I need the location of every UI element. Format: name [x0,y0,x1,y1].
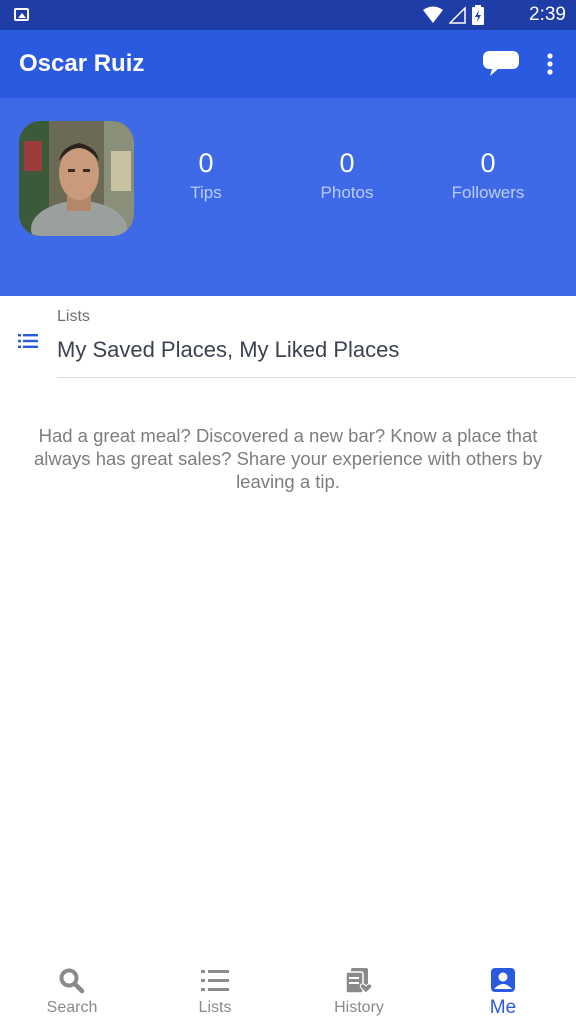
empty-tip-message: Had a great meal? Discovered a new bar? … [34,425,542,492]
status-time: 2:39 [529,4,566,25]
nav-lists[interactable]: Lists [143,955,287,1024]
nav-me-label: Me [489,997,517,1018]
stat-followers[interactable]: 0 Followers [428,148,548,203]
stat-followers-label: Followers [451,183,525,202]
divider [57,377,576,378]
nav-search-label: Search [46,999,98,1016]
stat-photos-value: 0 [339,148,355,178]
stat-tips[interactable]: 0 Tips [146,148,266,203]
stat-photos[interactable]: 0 Photos [287,148,407,203]
nav-lists-label: Lists [198,999,232,1016]
gallery-notification-icon [14,8,29,21]
nav-me[interactable]: Me [431,955,575,1024]
wifi-icon [423,6,443,23]
list-icon [201,970,229,991]
stat-photos-label: Photos [320,183,374,202]
list-icon [18,334,38,348]
search-icon [59,968,85,994]
nav-search[interactable]: Search [0,955,144,1024]
nav-history[interactable]: History [287,955,431,1024]
app-bar: Oscar Ruiz [0,30,576,98]
history-icon [345,968,373,994]
stat-tips-value: 0 [198,148,214,178]
profile-header: 0 Tips 0 Photos 0 Followers [0,98,576,296]
nav-history-label: History [334,999,384,1016]
bottom-nav: Search Lists History Me [0,955,576,1024]
chat-bubble-icon[interactable] [482,49,520,79]
cell-signal-icon [449,6,466,24]
stat-followers-value: 0 [480,148,496,178]
status-bar: 2:39 [0,0,576,30]
lists-value: My Saved Places, My Liked Places [57,337,400,362]
stat-tips-label: Tips [190,183,222,202]
profile-icon [491,968,515,992]
lists-row[interactable]: Lists My Saved Places, My Liked Places [0,296,576,378]
battery-icon [472,5,484,25]
more-vert-icon[interactable] [540,50,560,78]
page-title: Oscar Ruiz [19,50,145,77]
lists-caption: Lists [57,308,90,325]
status-icons [423,5,484,25]
avatar[interactable] [19,121,134,236]
